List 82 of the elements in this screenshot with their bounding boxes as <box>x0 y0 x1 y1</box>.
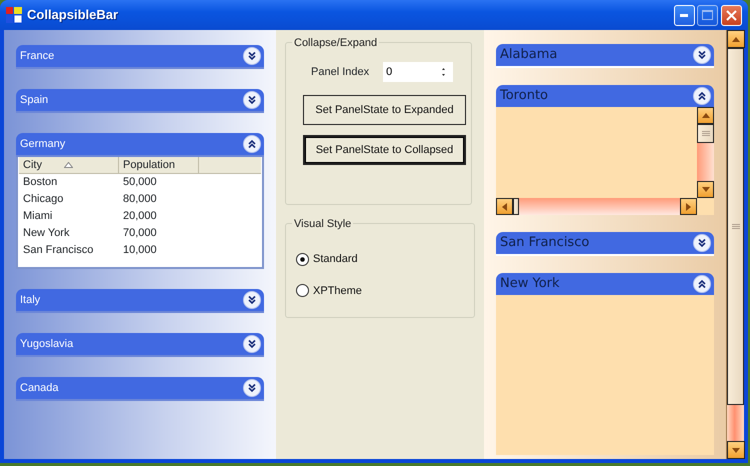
panel-header[interactable]: Alabama <box>496 44 714 68</box>
radio-button[interactable] <box>296 284 309 298</box>
horizontal-scrollbar[interactable] <box>496 198 697 215</box>
scroll-right-button[interactable] <box>680 198 697 215</box>
expand-chevron-icon[interactable] <box>243 379 261 397</box>
group-title: Collapse/Expand <box>292 35 380 52</box>
group-title: Visual Style <box>292 216 354 232</box>
column-header[interactable]: Population <box>119 157 199 173</box>
expand-chevron-icon[interactable] <box>243 91 261 109</box>
table-cell-text: 20,000 <box>122 209 158 224</box>
panel-header[interactable]: Toronto <box>496 85 714 109</box>
panel-title: New York <box>500 275 561 294</box>
spin-arrows-icon[interactable] <box>440 66 448 78</box>
up-arrow-icon <box>702 113 710 118</box>
panel-title: Germany <box>20 136 66 152</box>
radio-button[interactable] <box>296 252 309 266</box>
maximize-icon <box>702 10 714 20</box>
minimize-button[interactable] <box>674 4 694 26</box>
grip-icon <box>702 130 710 136</box>
scroll-left-button[interactable] <box>496 198 513 215</box>
minimize-icon <box>680 14 688 16</box>
collapse-chevron-icon[interactable] <box>693 87 711 105</box>
expand-chevron-icon[interactable] <box>243 291 261 309</box>
table-cell-text: Chicago <box>22 192 64 208</box>
expand-chevron-icon[interactable] <box>243 47 261 65</box>
maximize-button[interactable] <box>697 4 718 26</box>
expand-chevron-icon[interactable] <box>243 335 261 353</box>
panel-title: Alabama <box>500 46 558 64</box>
down-arrow-icon <box>702 187 710 192</box>
panel-title: France <box>20 48 56 64</box>
panel-title: Canada <box>20 380 60 396</box>
up-arrow-icon <box>732 36 740 42</box>
expand-chevron-icon[interactable] <box>693 234 711 252</box>
app-icon <box>6 7 22 23</box>
panel-header[interactable]: Italy <box>16 289 264 313</box>
panel-header[interactable]: Canada <box>16 377 264 401</box>
left-arrow-icon <box>502 202 507 210</box>
panel-header[interactable]: New York <box>496 273 714 297</box>
expand-chevron-icon[interactable] <box>693 46 711 64</box>
table-cell-text: 50,000 <box>122 175 158 190</box>
panel-header[interactable]: San Francisco <box>496 232 714 256</box>
panel-title: Italy <box>20 292 42 308</box>
panel-title: Spain <box>20 92 50 108</box>
right-arrow-icon <box>686 202 691 210</box>
panel-header[interactable]: Germany <box>16 133 264 157</box>
table-cell-text: Boston <box>22 175 58 190</box>
panel-header[interactable]: Yugoslavia <box>16 333 264 357</box>
panel-header[interactable]: Spain <box>16 89 264 113</box>
table-cell-text: New York <box>22 226 70 242</box>
scroll-up-button[interactable] <box>727 30 745 48</box>
panel-title: Toronto <box>500 87 549 106</box>
number-field[interactable]: 0 <box>383 62 454 82</box>
collapse-chevron-icon[interactable] <box>243 135 261 153</box>
scroll-thumb[interactable] <box>513 198 519 215</box>
field-label: Panel Index <box>311 64 370 80</box>
scroll-down-button[interactable] <box>697 181 714 198</box>
window-title: CollapsibleBar <box>27 6 118 24</box>
scroll-thumb[interactable] <box>697 124 714 143</box>
close-icon <box>726 10 737 20</box>
grip-icon <box>732 224 740 230</box>
action-button[interactable]: Set PanelState to Expanded <box>303 95 466 125</box>
radio-option[interactable]: Standard <box>296 251 358 268</box>
sort-arrow-icon <box>64 162 73 168</box>
scroll-thumb[interactable] <box>727 48 744 405</box>
vertical-scrollbar[interactable] <box>697 107 714 198</box>
action-button[interactable]: Set PanelState to Collapsed <box>303 135 466 165</box>
scroll-up-button[interactable] <box>697 107 714 124</box>
table-cell-text: 10,000 <box>122 243 158 258</box>
table-cell-text: 80,000 <box>122 192 158 208</box>
panel-header[interactable]: France <box>16 45 264 69</box>
down-arrow-icon <box>732 448 740 452</box>
table-cell-text: 70,000 <box>122 226 158 242</box>
table-cell-text: San Francisco <box>22 243 94 258</box>
radio-option[interactable]: XPTheme <box>296 282 362 299</box>
close-button[interactable] <box>721 4 742 26</box>
scrollbar[interactable] <box>726 30 744 459</box>
collapse-chevron-icon[interactable] <box>693 275 711 293</box>
table-cell-text: Miami <box>22 209 54 224</box>
panel-title: Yugoslavia <box>20 336 74 352</box>
column-header[interactable]: City <box>19 157 119 173</box>
scroll-down-button[interactable] <box>727 441 745 459</box>
panel-title: San Francisco <box>500 234 590 252</box>
